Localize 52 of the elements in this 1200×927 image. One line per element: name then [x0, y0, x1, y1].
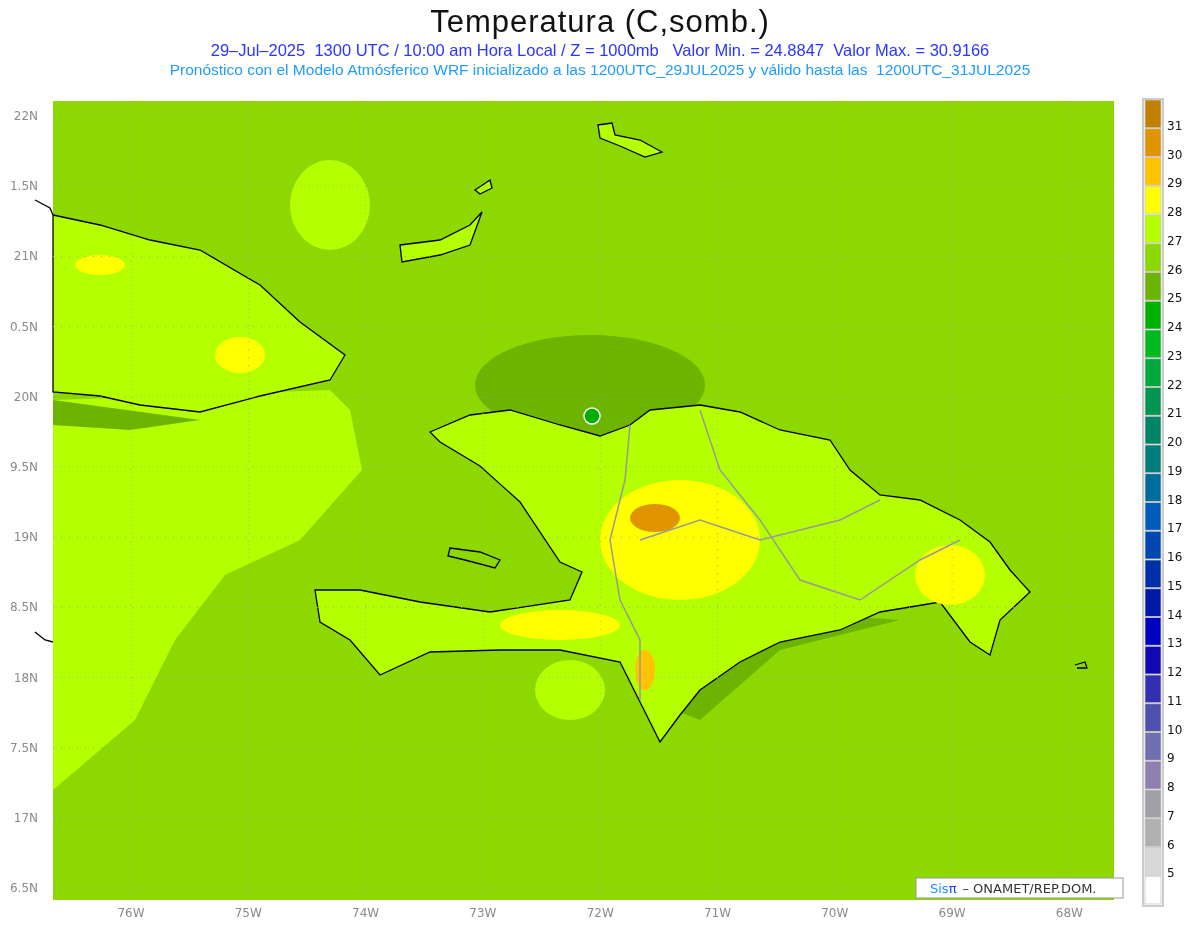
latitude-label: 9.5N [9, 460, 38, 474]
legend-label: 6 [1167, 837, 1175, 852]
legend-label: 27 [1167, 233, 1183, 248]
legend-label: 7 [1167, 808, 1175, 823]
longitude-label: 68W [1055, 906, 1083, 920]
legend-label: 14 [1167, 607, 1183, 622]
legend-label: 21 [1167, 406, 1183, 421]
legend-label: 20 [1167, 435, 1183, 449]
legend-label: 13 [1167, 636, 1183, 651]
legend-label: 11 [1167, 693, 1183, 708]
latitude-label: 17N [13, 811, 38, 825]
legend-label: 15 [1167, 578, 1183, 593]
legend-label: 24 [1167, 320, 1183, 334]
legend-label: 29 [1167, 176, 1183, 191]
longitude-label: 76W [117, 906, 145, 920]
longitude-label: 69W [938, 906, 966, 920]
legend-label: 8 [1167, 780, 1175, 794]
legend-label: 12 [1167, 665, 1183, 679]
legend-label: 10 [1167, 722, 1183, 737]
longitude-label: 72W [586, 906, 614, 920]
legend-label: 23 [1167, 348, 1183, 363]
forecast-info: Pronóstico con el Modelo Atmósferico WRF inicializado a las 1200UTC_29JUL2025 y válido hasta las 1200UTC_31JUL2025 [169, 60, 1031, 80]
credit-label: Sisπ – ONAMET/REP.DOM. [915, 877, 1124, 899]
longitude-label: 70W [821, 906, 849, 920]
legend-label: 30 [1167, 147, 1183, 162]
legend-label: 26 [1167, 262, 1183, 277]
legend-label: 31 [1167, 118, 1183, 133]
latitude-label: 8.5N [9, 600, 38, 615]
latitude-label: 22N [13, 109, 38, 123]
legend-label: 18 [1167, 492, 1183, 507]
latitude-label: 7.5N [9, 740, 38, 755]
latitude-label: 18N [13, 670, 38, 685]
legend-label: 5 [1167, 866, 1175, 881]
legend-label: 19 [1167, 463, 1183, 478]
legend-label: 25 [1167, 291, 1183, 306]
chart-title: Temperatura (C,somb.) [430, 4, 770, 40]
latitude-label: 0.5N [9, 319, 38, 334]
legend-label: 22 [1167, 377, 1183, 392]
longitude-label: 71W [703, 906, 732, 920]
latitude-label: 1.5N [9, 179, 38, 194]
latitude-label: 21N [13, 249, 38, 264]
longitude-label: 75W [234, 906, 262, 920]
latitude-label: 6.5N [9, 881, 38, 896]
latitude-label: 20N [13, 389, 38, 404]
legend-label: 17 [1167, 521, 1183, 536]
legend-label: 16 [1167, 550, 1183, 564]
legend-label: 9 [1167, 751, 1175, 766]
latitude-label: 19N [13, 530, 38, 545]
chart-subtitle: 29–Jul–2025 1300 UTC / 10:00 am Hora Local / Z = 1000mb Valor Min. = 24.8847 Valor Max. = 30.9166 [210, 40, 990, 60]
legend-label: 28 [1167, 205, 1183, 219]
longitude-label: 73W [469, 906, 497, 920]
longitude-label: 74W [352, 906, 380, 920]
